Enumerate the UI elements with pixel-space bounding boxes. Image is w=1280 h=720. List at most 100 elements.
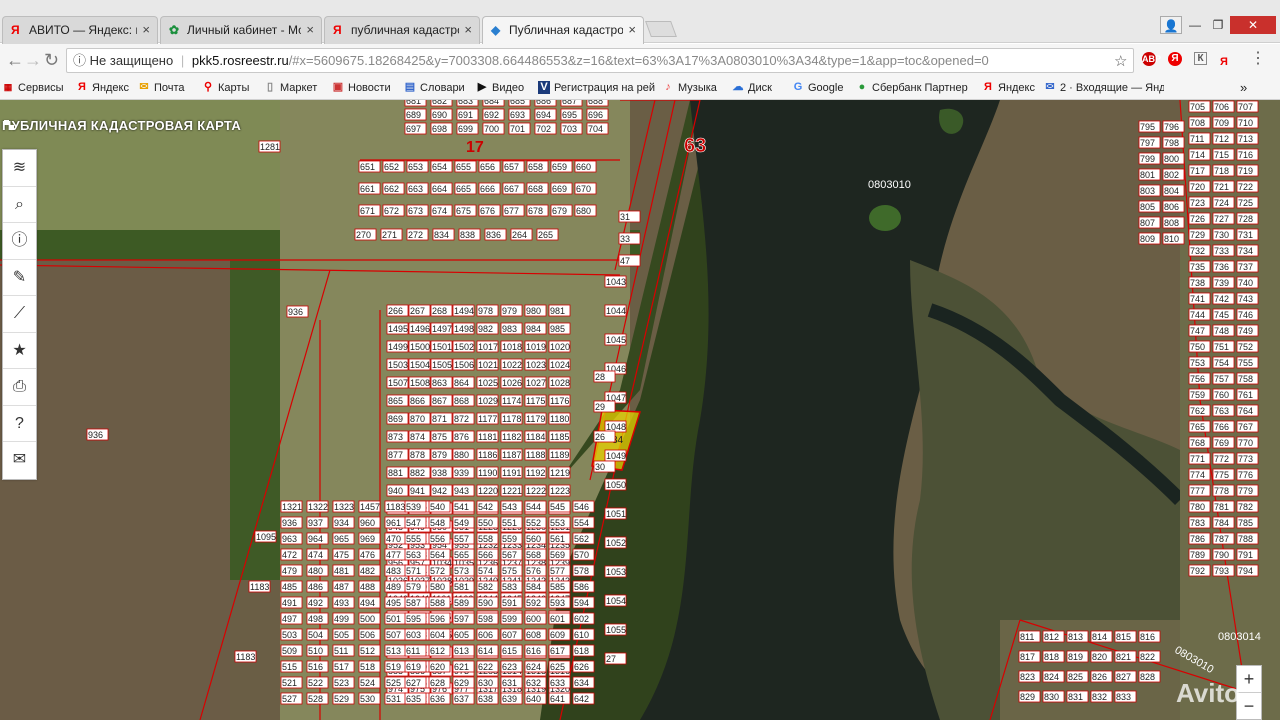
parcel-number: 720 [1190,182,1205,192]
zoom-out-button[interactable]: − [1237,693,1261,720]
info-circle-icon[interactable]: ⓘ [73,53,86,68]
parcel-number: 1191 [502,468,521,478]
parcel-number: 268 [432,306,447,316]
parcel-number: 811 [1020,632,1034,642]
reload-icon[interactable]: ↻ [44,50,59,70]
parcel-number: 742 [1214,294,1229,304]
bookmark-registration[interactable]: V Регистрация на рей [538,80,655,96]
yandex-extension-icon[interactable]: Я [1168,52,1182,66]
forward-arrow-icon[interactable]: → [24,50,42,70]
bookmark-market[interactable]: ▯ Маркет [264,80,317,96]
bookmark-dictionary[interactable]: ▤ Словари [404,80,465,96]
bookmark-news[interactable]: ▣ Новости [332,80,391,96]
yandex-bar-icon[interactable]: Я [1220,52,1228,72]
profile-icon[interactable]: 👤 [1160,16,1182,34]
bookmark-disk[interactable]: ☁ Диск [732,80,772,96]
parcel-number: 1095 [256,532,276,542]
bookmark-services[interactable]: ▦ Сервисы [2,80,64,96]
parcel-number: 539 [406,502,421,512]
parcel-number: 803 [1140,186,1155,196]
parcel-number: 501 [386,614,401,624]
bookmark-yandex-2[interactable]: Я Яндекс [982,80,1035,96]
parcel-number: 550 [478,518,493,528]
parcel-number: 810 [1164,234,1179,244]
quarter-label: 0803014 [1218,631,1261,643]
parcel-number: 594 [574,598,589,608]
parcel-number: 701 [510,124,525,134]
zoom-in-button[interactable]: + [1237,666,1261,693]
parcel-number: 800 [1164,154,1179,164]
parcel-number: 939 [454,468,469,478]
parcel-number: 1221 [502,486,522,496]
measure-icon[interactable]: ⟋ [3,296,36,333]
draw-icon[interactable]: ✎ [3,260,36,296]
parcel-number: 517 [334,662,349,672]
parcel-number: 937 [308,518,323,528]
parcel-number: 882 [410,468,425,478]
layers-icon[interactable]: ≋ [3,150,36,187]
menu-dots-icon[interactable]: ⋮ [1250,49,1266,69]
parcel-number: 1182 [502,432,521,442]
boundary-south-west [989,619,1021,720]
maximize-button[interactable]: ❐ [1207,16,1229,34]
parcel-number: 833 [1116,692,1131,702]
kontur-extension-icon[interactable]: К [1194,52,1207,65]
sberbank-icon: ● [858,81,866,93]
parcel-number: 693 [510,110,525,120]
bookmark-music[interactable]: ♪ Музыка [662,80,717,96]
close-icon[interactable]: × [628,22,636,37]
close-icon[interactable]: × [306,22,314,37]
parcel-number: 616 [526,646,541,656]
puzzle-icon: ✿ [169,23,180,37]
parcel-number: 604 [430,630,445,640]
district-label-17: 17 [466,139,484,156]
new-tab-button[interactable] [645,21,677,37]
parcel-number: 820 [1092,652,1107,662]
parcel-number: 1457 [360,502,380,512]
search-icon[interactable]: ⌕ [3,187,36,223]
parcel-number: 729 [1190,230,1205,240]
address-bar[interactable]: ⓘ Не защищено | pkk5.rosreestr.ru/#x=560… [66,48,1134,73]
adblock-icon[interactable]: ABP [1142,52,1161,66]
bookmark-maps[interactable]: ⚲ Карты [202,80,249,96]
close-window-button[interactable]: ✕ [1230,16,1276,34]
parcel-number: 829 [1020,692,1035,702]
tab-kadastr-search[interactable]: Я публичная кадастровая × [324,16,480,44]
parcel-number: 1281 [260,142,280,152]
parcel-number: 612 [430,646,445,656]
bookmark-inbox[interactable]: ✉ 2 · Входящие — Янд [1044,80,1164,96]
bookmark-star-icon[interactable]: ☆ [1114,52,1127,72]
tab-lichny-kabinet[interactable]: ✿ Личный кабинет - Мои × [160,16,322,44]
parcel-number: 565 [454,550,469,560]
mail-icon[interactable]: ✉ [3,442,36,479]
parcel-number: 30 [595,462,605,472]
quarter-label: 0803010 [1173,644,1216,676]
back-arrow-icon[interactable]: ← [6,50,24,70]
close-icon[interactable]: × [142,22,150,37]
bookmark-yandex[interactable]: Я Яндекс [76,80,129,96]
tab-avito[interactable]: Я АВИТО — Яндекс: нашл × [2,16,158,44]
bookmark-star-icon[interactable]: ★ [3,333,36,369]
minimize-button[interactable]: — [1184,16,1206,34]
bookmark-google[interactable]: G Google [792,80,844,96]
tab-kadastr-map[interactable]: ◆ Публичная кадастровая × [482,16,644,44]
help-icon[interactable]: ? [3,406,36,442]
parcel-number: 1055 [606,625,626,635]
bookmark-label: Видео [492,82,525,94]
cadastral-map[interactable]: 34 17 63 0803010 0803014 0803010 936 936 1… [0,100,1280,720]
bookmark-mail[interactable]: ✉ Почта [138,80,184,96]
parcel-number: 481 [334,566,349,576]
parcel-number: 486 [308,582,323,592]
parcel-number: 755 [1238,358,1253,368]
bookmark-sberbank[interactable]: ● Сбербанк Партнер [856,80,968,96]
bookmark-video[interactable]: ▶ Видео [476,80,524,96]
parcel-number: 586 [574,582,589,592]
parcel-number: 791 [1238,550,1253,560]
bookmarks-overflow-button[interactable]: » [1240,80,1247,96]
print-icon[interactable]: ⎙ [3,369,36,406]
info-icon[interactable]: ⓘ [3,223,36,260]
close-icon[interactable]: × [464,22,472,37]
parcel-number: 778 [1214,486,1229,496]
parcel-number: 774 [1190,470,1205,480]
parcel-number: 270 [356,230,371,240]
